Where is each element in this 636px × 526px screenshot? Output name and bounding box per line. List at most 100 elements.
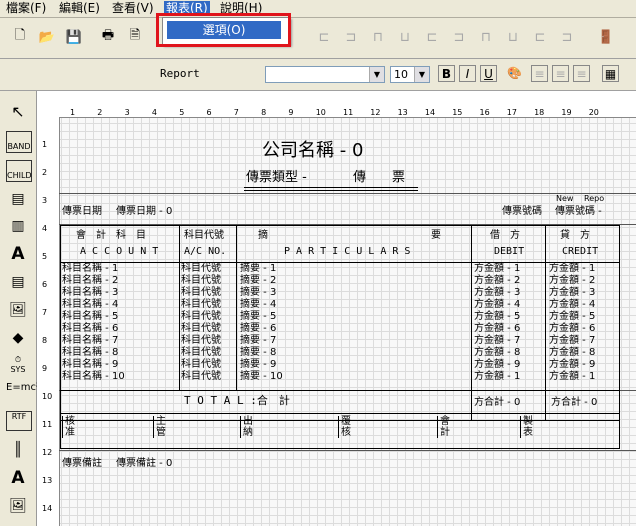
row-code-field[interactable]: 科目代號	[181, 335, 221, 347]
sub-detail-icon[interactable]: ▥	[6, 215, 30, 237]
row-credit-field[interactable]: 方金額 - 7	[549, 335, 595, 347]
row-particulars-field[interactable]: 摘要 - 10	[240, 371, 283, 383]
row-credit-field[interactable]: 方金額 - 8	[549, 347, 595, 359]
header-debit-en[interactable]: DEBIT	[494, 246, 524, 258]
row-particulars-field[interactable]: 摘要 - 1	[240, 263, 276, 275]
row-account-field[interactable]: 科目名稱 - 3	[62, 287, 118, 299]
open-folder-icon[interactable]: 📂	[36, 26, 58, 48]
print-icon[interactable]: 🖶	[97, 26, 119, 48]
row-account-field[interactable]: 科目名稱 - 10	[62, 371, 125, 383]
text-align-right-icon[interactable]: ≡	[573, 65, 590, 82]
row-account-field[interactable]: 科目名稱 - 7	[62, 335, 118, 347]
row-code-field[interactable]: 科目代號	[181, 287, 221, 299]
memo-icon[interactable]: ▤	[6, 271, 30, 293]
total-label[interactable]: T O T A L :合 計	[184, 395, 290, 407]
row-credit-field[interactable]: 方金額 - 6	[549, 323, 595, 335]
row-particulars-field[interactable]: 摘要 - 9	[240, 359, 276, 371]
image-icon[interactable]: 🖼	[6, 299, 30, 321]
row-credit-field[interactable]: 方金額 - 2	[549, 275, 595, 287]
header-credit-cn[interactable]: 貸 方	[560, 230, 590, 242]
child-band-icon[interactable]: CHILD	[6, 160, 32, 182]
row-particulars-field[interactable]: 摘要 - 3	[240, 287, 276, 299]
menu-file[interactable]: 檔案(F)	[4, 1, 48, 16]
color-palette-icon[interactable]: 🎨	[506, 65, 523, 82]
font-size-select[interactable]: 10 ▼	[390, 66, 430, 83]
save-icon[interactable]: 💾	[63, 26, 85, 48]
signature-label[interactable]: 會計	[437, 416, 452, 438]
signature-label[interactable]: 製表	[520, 416, 535, 438]
date-label[interactable]: 傳票日期	[62, 206, 102, 218]
total-debit-field[interactable]: 方合計 - 0	[474, 397, 520, 409]
header-account-en[interactable]: A C C O U N T	[80, 246, 158, 258]
row-credit-field[interactable]: 方金額 - 5	[549, 311, 595, 323]
underline-button[interactable]: U	[480, 65, 497, 82]
label-icon[interactable]: A	[6, 243, 30, 265]
space-horizontal-icon[interactable]: ⊓	[475, 26, 497, 48]
pointer-icon[interactable]: ↖	[6, 101, 30, 123]
same-width-icon[interactable]: ⊏	[529, 26, 551, 48]
row-particulars-field[interactable]: 摘要 - 6	[240, 323, 276, 335]
row-code-field[interactable]: 科目代號	[181, 299, 221, 311]
row-code-field[interactable]: 科目代號	[181, 323, 221, 335]
new-field[interactable]: New	[556, 193, 573, 205]
signature-label[interactable]: 主管	[153, 416, 168, 438]
signature-label[interactable]: 覆核	[338, 416, 353, 438]
row-credit-field[interactable]: 方金額 - 3	[549, 287, 595, 299]
header-credit-en[interactable]: CREDIT	[562, 246, 598, 258]
remark-label[interactable]: 傳票備註	[62, 458, 102, 470]
header-account-cn[interactable]: 會 計 科 目	[76, 230, 146, 242]
row-account-field[interactable]: 科目名稱 - 9	[62, 359, 118, 371]
repo-field[interactable]: Repo	[584, 193, 604, 205]
date-field[interactable]: 傳票日期 - 0	[116, 206, 172, 218]
print-preview-icon[interactable]: 🗎	[124, 26, 146, 48]
rich-text-icon[interactable]: RTF	[6, 411, 32, 431]
row-code-field[interactable]: 科目代號	[181, 347, 221, 359]
row-credit-field[interactable]: 方金額 - 1	[549, 263, 595, 275]
space-vertical-icon[interactable]: ⊔	[502, 26, 524, 48]
row-credit-field[interactable]: 方金額 - 9	[549, 359, 595, 371]
row-debit-field[interactable]: 方金額 - 1	[474, 371, 520, 383]
row-code-field[interactable]: 科目代號	[181, 275, 221, 287]
align-middle-icon[interactable]: ⊏	[421, 26, 443, 48]
same-height-icon[interactable]: ⊐	[556, 26, 578, 48]
align-bottom-icon[interactable]: ⊐	[448, 26, 470, 48]
row-code-field[interactable]: 科目代號	[181, 371, 221, 383]
row-debit-field[interactable]: 方金額 - 4	[474, 299, 520, 311]
header-particulars-cn2[interactable]: 要	[431, 230, 441, 242]
row-particulars-field[interactable]: 摘要 - 7	[240, 335, 276, 347]
new-file-icon[interactable]: 🗋	[9, 26, 31, 48]
shape-icon[interactable]: ◆	[6, 327, 30, 349]
align-left-icon[interactable]: ⊏	[313, 26, 335, 48]
row-particulars-field[interactable]: 摘要 - 2	[240, 275, 276, 287]
signature-label[interactable]: 核准	[62, 416, 77, 438]
band-icon[interactable]: BAND	[6, 131, 32, 153]
row-particulars-field[interactable]: 摘要 - 8	[240, 347, 276, 359]
row-account-field[interactable]: 科目名稱 - 2	[62, 275, 118, 287]
font-name-select[interactable]: ▼	[265, 66, 385, 83]
row-debit-field[interactable]: 方金額 - 8	[474, 347, 520, 359]
header-code-en[interactable]: A/C NO.	[184, 246, 226, 258]
italic-button[interactable]: I	[459, 65, 476, 82]
row-debit-field[interactable]: 方金額 - 9	[474, 359, 520, 371]
db-label-icon[interactable]: A	[6, 467, 30, 489]
row-account-field[interactable]: 科目名稱 - 5	[62, 311, 118, 323]
barcode-icon[interactable]: ║	[6, 439, 30, 461]
menu-view[interactable]: 查看(V)	[110, 1, 156, 16]
expression-icon[interactable]: E=mc²	[6, 383, 40, 405]
row-debit-field[interactable]: 方金額 - 2	[474, 275, 520, 287]
voucher-no-label[interactable]: 傳票號碼	[502, 206, 542, 218]
row-debit-field[interactable]: 方金額 - 6	[474, 323, 520, 335]
row-account-field[interactable]: 科目名稱 - 8	[62, 347, 118, 359]
voucher-title[interactable]: 傳 票	[353, 170, 405, 186]
align-center-icon[interactable]: ⊐	[340, 26, 362, 48]
db-image-icon[interactable]: 🖼	[6, 495, 30, 517]
menu-edit[interactable]: 編輯(E)	[57, 1, 102, 16]
align-top-icon[interactable]: ⊔	[394, 26, 416, 48]
company-name[interactable]: 公司名稱 - 0	[262, 140, 363, 162]
voucher-no-field[interactable]: 傳票號碼 -	[555, 206, 602, 218]
signature-label[interactable]: 出納	[240, 416, 255, 438]
row-particulars-field[interactable]: 摘要 - 5	[240, 311, 276, 323]
text-align-left-icon[interactable]: ≡	[531, 65, 548, 82]
header-code-cn[interactable]: 科目代號	[184, 230, 224, 242]
row-account-field[interactable]: 科目名稱 - 1	[62, 263, 118, 275]
